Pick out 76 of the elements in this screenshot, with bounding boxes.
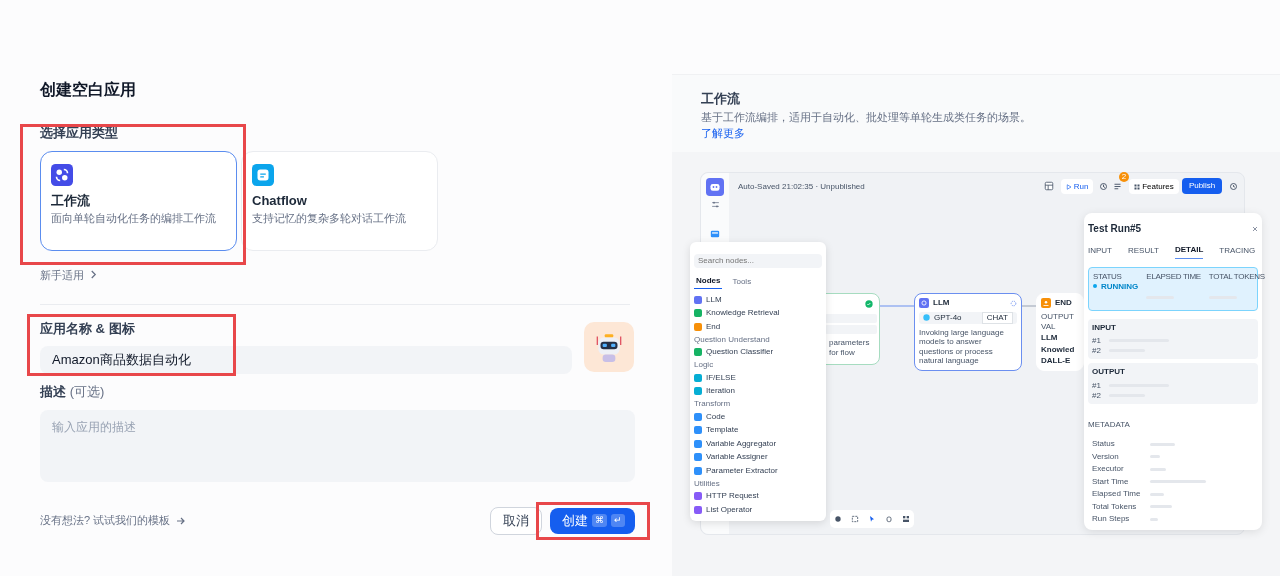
panel-tab[interactable]: TRACING [1219,244,1256,259]
output-variable: LLM [1040,333,1059,343]
panel-tab[interactable]: Tools [730,274,754,289]
group-heading: Transform [694,398,732,410]
node-type-item[interactable]: Variable Aggregator [706,437,777,450]
node-type-item[interactable]: HTTP Request [706,490,759,503]
app-type-card[interactable]: 工作流 面向单轮自动化任务的编排工作流 [40,150,237,251]
metadata-label: Elapsed Time [1092,489,1142,499]
node-type-item[interactable]: Parameter Extractor [706,464,778,477]
row-number: #2 [1092,390,1101,401]
app-type-description: 支持记忆的复杂多轮对话工作流 [252,211,406,227]
preview-title: 工作流 [701,90,741,108]
node-type-item[interactable]: Template [706,424,739,437]
panel-tab[interactable]: INPUT [1088,244,1112,259]
section-title: OUTPUT [1092,367,1126,377]
node-type-item[interactable]: Iteration [706,385,735,398]
metadata-label: Run Steps [1092,514,1131,524]
metadata-label: Executor [1092,464,1125,474]
panel-title: Test Run#5 [1088,222,1142,236]
status-value: RUNNING [1101,281,1139,292]
publish-button[interactable]: Publish [1182,178,1222,194]
dialog-title: 创建空白应用 [40,80,137,100]
group-heading: Question Understand [694,333,771,346]
panel-tab[interactable]: DETAIL [1174,244,1204,259]
node-type-item[interactable]: Question Classifier [706,346,774,359]
cancel-button[interactable]: 取消 [490,506,542,535]
node-type-item[interactable]: End [706,320,721,333]
node-type-item[interactable]: Code [706,410,726,423]
row-number: #1 [1092,336,1101,346]
field-label: 描述 (可选) [40,383,106,402]
metadata-title: METADATA [1088,420,1131,430]
app-type-card[interactable]: Chatflow 支持记忆的复杂多轮对话工作流 [241,150,438,251]
metadata-label: Start Time [1092,476,1130,487]
section-label: 选择应用类型 [40,124,119,143]
node-type-item[interactable]: Knowledge Retrieval [706,307,780,320]
group-heading: Utilities [694,477,721,490]
name-input[interactable]: Amazon商品数据自动化 [40,346,572,375]
output-variable: DALL-E [1040,356,1072,366]
beginner-link[interactable]: 新手适用 [40,266,97,284]
learn-more-link[interactable]: 了解更多 [701,127,745,139]
node-type-item[interactable]: List Operator [706,503,753,516]
model-name: GPT-4o [934,313,962,323]
mode-tag: CHAT [981,312,1013,324]
field-label: 应用名称 & 图标 [40,319,136,338]
row-number: #1 [1092,380,1101,391]
section-title: INPUT [1092,322,1117,333]
notification-badge: 2 [1119,172,1129,182]
node-type-item[interactable]: IF/ELSE [706,371,736,384]
preview-description: 基于工作流编排，适用于自动化、批处理等单轮生成类任务的场景。 了解更多 [701,109,1032,141]
search-field[interactable]: Search nodes... [694,253,822,268]
node-type-item[interactable]: LLM [706,293,722,306]
metadata-label: Status [1092,439,1116,449]
group-heading: Logic [694,359,715,371]
output-variable: Knowled [1040,344,1076,355]
panel-tab[interactable]: RESULT [1128,244,1159,259]
app-type-description: 面向单轮自动化任务的编排工作流 [51,211,216,227]
node-description: Invoking large language models to answer questions or process natural language [918,327,1005,366]
output-label: OUTPUT VAL [1040,312,1075,332]
app-type-name: Chatflow [252,191,308,210]
app-type-name: 工作流 [51,191,91,210]
status-label: ELAPSED TIME [1146,272,1201,282]
save-status: Auto-Saved 21:02:35 · Unpublished [738,182,865,192]
create-button[interactable]: 创建 ⌘ ↵ [550,507,635,534]
description-input[interactable]: 输入应用的描述 [40,409,635,482]
metadata-label: Version [1092,451,1120,462]
row-number: #2 [1092,345,1101,356]
features-button[interactable]: Features [1129,179,1179,194]
panel-tab[interactable]: Nodes [694,274,723,289]
node-description: parameters for flow [829,338,871,358]
metadata-label: Total Tokens [1092,501,1138,512]
node-title: LLM [933,298,950,308]
status-label: STATUS [1093,272,1122,282]
template-link[interactable]: 没有想法? 试试我们的模板 [40,512,186,529]
node-title: END [1055,298,1072,308]
node-type-item[interactable]: Variable Assigner [706,451,768,464]
run-button[interactable]: Run [1061,179,1093,194]
